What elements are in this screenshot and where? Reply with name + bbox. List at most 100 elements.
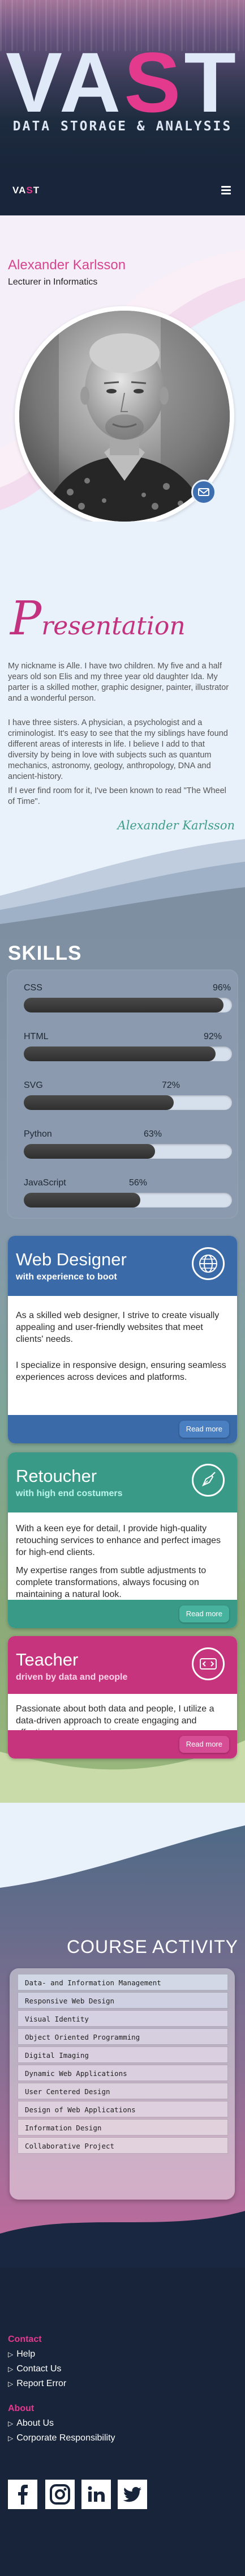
course-item[interactable]: User Centered Design — [18, 2083, 228, 2099]
card-paragraph: I specialize in responsive design, ensur… — [16, 1361, 226, 1382]
skill-label: HTML — [24, 1032, 49, 1041]
course-item[interactable]: Collaborative Project — [18, 2137, 228, 2154]
play-triangle-icon: ▷ — [8, 2420, 14, 2427]
course-item[interactable]: Dynamic Web Applications — [18, 2065, 228, 2081]
skill-item: SVG 72% — [24, 1081, 233, 1120]
play-triangle-icon: ▷ — [8, 2365, 14, 2373]
skill-percent: 72% — [162, 1081, 180, 1090]
course-item[interactable]: Responsive Web Design — [18, 1992, 228, 2009]
skill-item: Python 63% — [24, 1129, 233, 1169]
course-panel: Data- and Information Management Respons… — [10, 1968, 235, 2200]
play-triangle-icon: ▷ — [8, 2434, 14, 2442]
skill-bar-track — [24, 1046, 232, 1061]
read-more-button[interactable]: Read more — [179, 1605, 229, 1622]
profile-name: Alexander Karlsson — [8, 257, 126, 273]
skill-bar-track — [24, 1144, 232, 1159]
skill-item: HTML 92% — [24, 1032, 233, 1071]
navbar-logo[interactable]: VAST — [12, 185, 40, 196]
footer: Contact ▷ Help ▷ Contact Us ▷ Report Error … — [0, 2268, 245, 2576]
play-triangle-icon: ▷ — [8, 2350, 14, 2358]
card-retoucher: Retoucher with high end costumers With a… — [8, 1452, 237, 1628]
skill-percent: 63% — [144, 1129, 162, 1139]
section-divider-wave — [0, 839, 245, 930]
card-title: Teacher — [16, 1650, 79, 1670]
skill-percent: 92% — [204, 1032, 222, 1041]
presentation-paragraph: I have three sisters. A physician, a psy… — [8, 718, 228, 781]
read-more-button[interactable]: Read more — [179, 1421, 229, 1438]
profile-role: Lecturer in Informatics — [8, 277, 98, 287]
card-subtitle: with high end costumers — [16, 1489, 123, 1498]
course-item[interactable]: Visual Identity — [18, 2010, 228, 2027]
skill-bar-fill — [24, 1095, 174, 1110]
hero-banner: VAST DATA STORAGE & ANALYSIS — [0, 0, 245, 170]
presentation-heading: Presentation — [10, 592, 186, 646]
skill-bar-fill — [24, 1144, 155, 1159]
skill-label: SVG — [24, 1081, 43, 1090]
course-item[interactable]: Object Oriented Programming — [18, 2028, 228, 2045]
footer-link-contact-us[interactable]: ▷ Contact Us — [8, 2364, 61, 2374]
footer-link-about-us[interactable]: ▷ About Us — [8, 2418, 54, 2429]
course-item[interactable]: Digital Imaging — [18, 2047, 228, 2063]
card-footer: Read more — [8, 1730, 237, 1759]
card-paragraph: With a keen eye for detail, I provide hi… — [16, 1524, 221, 1557]
hero-subtitle: DATA STORAGE & ANALYSIS — [12, 119, 233, 134]
card-header: Teacher driven by data and people — [8, 1636, 237, 1694]
card-paragraph: My expertise ranges from subtle adjustme… — [16, 1566, 207, 1599]
globe-icon — [192, 1247, 225, 1280]
skill-label: JavaScript — [24, 1178, 66, 1188]
skill-item: JavaScript 56% — [24, 1178, 233, 1218]
course-item[interactable]: Data- and Information Management — [18, 1974, 228, 1990]
course-activity-section: COURSE ACTIVITY Data- and Information Ma… — [0, 1803, 245, 2268]
signature: Alexander Karlsson — [117, 819, 235, 832]
read-more-button[interactable]: Read more — [179, 1736, 229, 1753]
presentation-paragraph: My nickname is Alle. I have two children… — [8, 662, 229, 703]
course-item[interactable]: Information Design — [18, 2119, 228, 2136]
service-cards-section: Web Designer with experience to boot As … — [0, 1230, 245, 1803]
skill-item: CSS 96% — [24, 983, 233, 1023]
card-paragraph: As a skilled web designer, I strive to c… — [16, 1311, 220, 1344]
twitter-icon[interactable] — [118, 2480, 147, 2509]
hamburger-menu-icon[interactable] — [220, 184, 233, 196]
profile-section: Alexander Karlsson Lecturer in Informati… — [0, 215, 245, 522]
card-title: Web Designer — [16, 1249, 127, 1269]
navbar: VAST — [0, 170, 245, 215]
skill-label: Python — [24, 1129, 52, 1139]
card-web-designer: Web Designer with experience to boot As … — [8, 1236, 237, 1443]
card-teacher: Teacher driven by data and people Passio… — [8, 1636, 237, 1759]
presentation-section: Presentation My nickname is Alle. I have… — [0, 522, 245, 930]
card-subtitle: driven by data and people — [16, 1672, 128, 1682]
skill-bar-fill — [24, 1046, 216, 1061]
card-subtitle: with experience to boot — [16, 1272, 117, 1282]
card-title: Retoucher — [16, 1466, 97, 1486]
card-footer: Read more — [8, 1600, 237, 1628]
card-header: Web Designer with experience to boot — [8, 1236, 237, 1296]
skill-label: CSS — [24, 983, 42, 993]
instagram-icon[interactable] — [45, 2480, 75, 2509]
pen-nib-icon — [192, 1464, 225, 1497]
skills-card: CSS 96% HTML 92% SVG 72% Python 63% Java… — [7, 969, 238, 1219]
card-header: Retoucher with high end costumers — [8, 1452, 237, 1512]
skill-bar-track — [24, 1193, 232, 1208]
footer-contact-heading: Contact — [8, 2334, 42, 2344]
hero-brand-title: VAST — [6, 35, 239, 130]
envelope-icon[interactable] — [191, 480, 216, 505]
course-item[interactable]: Design of Web Applications — [18, 2101, 228, 2117]
skill-bar-fill — [24, 1193, 141, 1208]
skill-percent: 56% — [129, 1178, 148, 1188]
footer-link-report-error[interactable]: ▷ Report Error — [8, 2379, 66, 2389]
play-triangle-icon: ▷ — [8, 2380, 14, 2388]
presentation-paragraph: If I ever find room for it, I've been kn… — [8, 786, 226, 806]
skill-bar-track — [24, 1095, 232, 1110]
card-footer: Read more — [8, 1415, 237, 1443]
facebook-icon[interactable] — [8, 2480, 37, 2509]
footer-link-corporate-responsibility[interactable]: ▷ Corporate Responsibility — [8, 2433, 115, 2443]
skill-bar-track — [24, 998, 232, 1012]
skill-bar-fill — [24, 998, 224, 1012]
linkedin-icon[interactable] — [81, 2480, 111, 2509]
skills-title: SKILLS — [8, 942, 82, 964]
footer-link-help[interactable]: ▷ Help — [8, 2349, 35, 2359]
footer-about-heading: About — [8, 2404, 35, 2413]
course-activity-title: COURSE ACTIVITY — [66, 1937, 238, 1957]
skill-percent: 96% — [213, 983, 231, 993]
course-list: Data- and Information Management Respons… — [18, 1974, 228, 2155]
